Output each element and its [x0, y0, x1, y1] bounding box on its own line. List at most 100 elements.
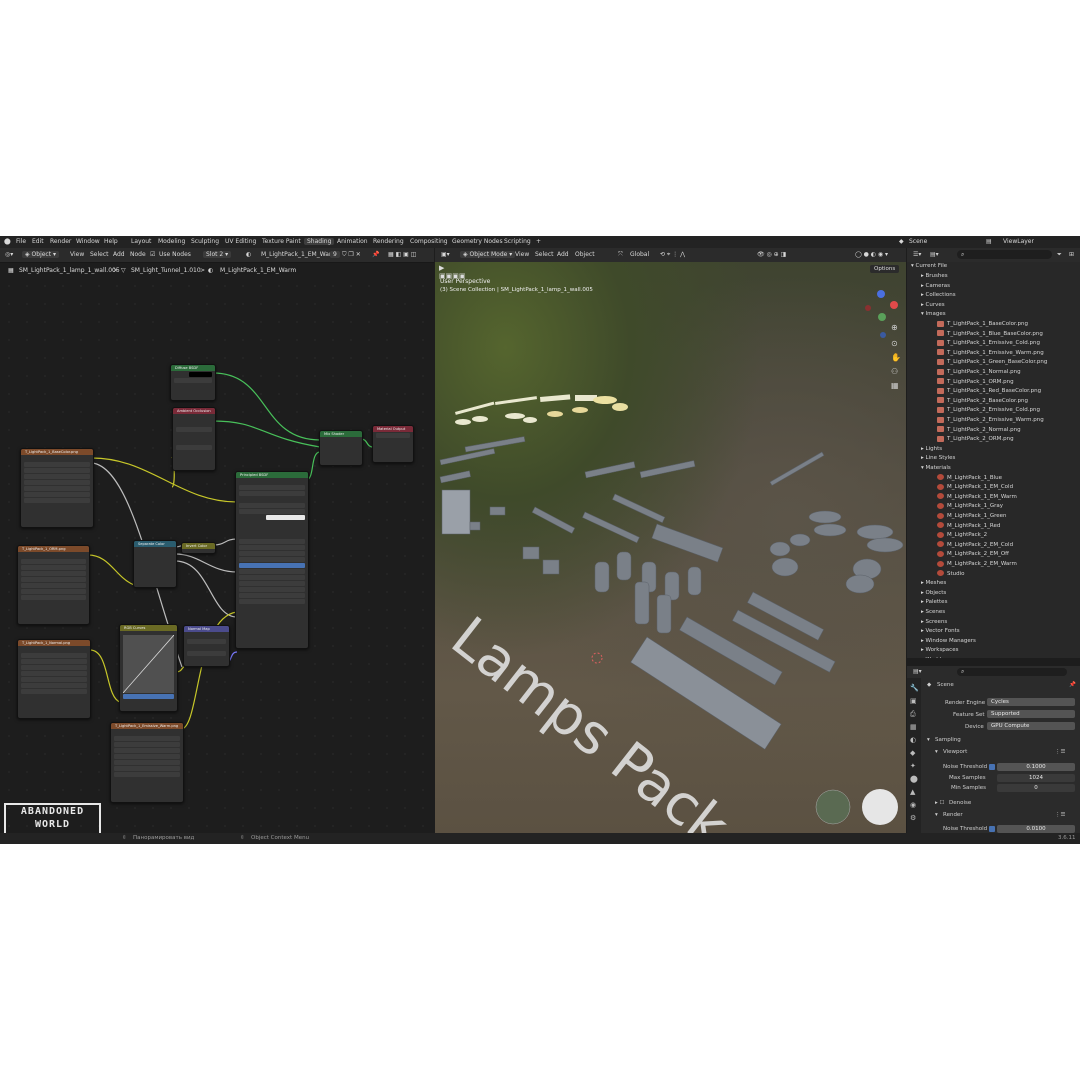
denoise-subpanel-header[interactable]: Denoise: [949, 800, 971, 806]
outliner-material-item[interactable]: M_LightPack_1_Red: [937, 522, 1000, 531]
outliner-material-item[interactable]: M_LightPack_2_EM_Off: [937, 550, 1009, 559]
shading-mode-icons[interactable]: ◯ ● ◐ ◉ ▾: [855, 251, 888, 258]
min-samples-field[interactable]: 0: [997, 784, 1075, 792]
outliner-image-item[interactable]: T_LightPack_2_Normal.png: [937, 426, 1021, 435]
outliner-material-item[interactable]: M_LightPack_1_Gray: [937, 502, 1003, 511]
outliner-image-item[interactable]: T_LightPack_2_Emissive_Warm.png: [937, 416, 1044, 425]
outliner-category[interactable]: ▸ Palettes: [921, 598, 947, 607]
editor-type-icon[interactable]: ◎▾: [5, 251, 13, 258]
menu-node[interactable]: Node: [130, 251, 146, 258]
properties-search-input[interactable]: [957, 668, 1067, 676]
tab-sculpting[interactable]: Sculpting: [191, 238, 219, 245]
display-mode-icon[interactable]: ▤▾: [930, 251, 939, 258]
options-button[interactable]: Options: [870, 265, 900, 273]
tab-texture-paint[interactable]: Texture Paint: [262, 238, 301, 245]
menu-select[interactable]: Select: [535, 251, 554, 258]
outliner-root[interactable]: ▾ Current File: [911, 262, 947, 271]
outliner-category[interactable]: ▸ Window Managers: [921, 637, 976, 646]
transform-orientation-dropdown[interactable]: Global: [630, 251, 649, 258]
tab-layout[interactable]: Layout: [131, 238, 151, 245]
node-image-texture-orm[interactable]: T_LightPack_1_ORM.png: [17, 545, 90, 625]
menu-view[interactable]: View: [70, 251, 84, 258]
sampling-panel-toggle[interactable]: ▾: [927, 737, 930, 743]
render-engine-dropdown[interactable]: Cycles: [987, 698, 1075, 706]
tab-compositing[interactable]: Compositing: [410, 238, 448, 245]
menu-render[interactable]: Render: [50, 238, 71, 245]
3d-viewport[interactable]: Lamps Pack ⊕ ⊙ ✋ ⚇ ▦ ▶ ▣▣▣▣ Options User…: [435, 262, 906, 833]
outliner-material-item[interactable]: M_LightPack_1_EM_Cold: [937, 483, 1013, 492]
outliner-image-item[interactable]: T_LightPack_1_ORM.png: [937, 378, 1014, 387]
node-separate-color[interactable]: Separate Color: [133, 540, 177, 588]
outliner-material-item[interactable]: M_LightPack_1_Green: [937, 512, 1007, 521]
outliner-image-item[interactable]: T_LightPack_2_Emissive_Cold.png: [937, 406, 1040, 415]
outliner-image-item[interactable]: T_LightPack_1_Blue_BaseColor.png: [937, 330, 1043, 339]
overlay-icons[interactable]: ▦ ◧ ▣ ◫: [388, 251, 416, 258]
outliner-image-item[interactable]: T_LightPack_1_Red_BaseColor.png: [937, 387, 1041, 396]
device-dropdown[interactable]: GPU Compute: [987, 722, 1075, 730]
outliner-category[interactable]: ▸ Scenes: [921, 608, 945, 617]
menu-select[interactable]: Select: [90, 251, 109, 258]
tab-geometry-nodes[interactable]: Geometry Nodes: [452, 238, 503, 245]
noise-threshold-field[interactable]: 0.1000: [997, 763, 1075, 771]
outliner-image-item[interactable]: T_LightPack_2_BaseColor.png: [937, 397, 1028, 406]
node-diffuse-bsdf[interactable]: Diffuse BSDF: [170, 364, 216, 401]
viewport-subpanel-toggle[interactable]: ▾: [935, 749, 938, 755]
node-invert-color[interactable]: Invert Color: [181, 542, 216, 554]
outliner-category[interactable]: ▸ Objects: [921, 589, 946, 598]
outliner-category[interactable]: ▾ Images: [921, 310, 946, 319]
outliner-material-item[interactable]: M_LightPack_2: [937, 531, 987, 540]
node-image-texture-basecolor[interactable]: T_LightPack_1_BaseColor.png: [20, 448, 94, 528]
outliner-material-item[interactable]: Studio: [937, 570, 965, 579]
menu-file[interactable]: File: [16, 238, 26, 245]
outliner-category[interactable]: ▸ Screens: [921, 618, 947, 627]
editor-type-icon[interactable]: ☰▾: [913, 251, 921, 258]
preset-list-icon[interactable]: ⋮☰: [1055, 812, 1065, 818]
pin-icon[interactable]: 📌: [372, 251, 379, 258]
viewport-nav-icons[interactable]: ⊕ ⊙ ✋ ⚇ ▦: [891, 323, 901, 390]
viewport-subpanel-header[interactable]: Viewport: [943, 749, 967, 755]
outliner-category[interactable]: ▸ Line Styles: [921, 454, 955, 463]
outliner-material-item[interactable]: M_LightPack_1_Blue: [937, 474, 1002, 483]
slot-dropdown[interactable]: Slot 2 ▾: [203, 251, 232, 258]
outliner-image-item[interactable]: T_LightPack_1_Emissive_Cold.png: [937, 339, 1040, 348]
outliner-category[interactable]: ▸ Vector Fonts: [921, 627, 960, 636]
add-workspace-button[interactable]: +: [536, 238, 541, 245]
tab-modeling[interactable]: Modeling: [158, 238, 185, 245]
new-collection-icon[interactable]: ⊞: [1069, 251, 1074, 258]
outliner-image-item[interactable]: T_LightPack_1_Green_BaseColor.png: [937, 358, 1047, 367]
sampling-panel-header[interactable]: Sampling: [935, 737, 961, 743]
tab-shading[interactable]: Shading: [304, 238, 335, 245]
render-noise-threshold-checkbox[interactable]: [989, 826, 995, 832]
blender-logo-icon[interactable]: ⬤: [4, 238, 11, 245]
outliner-category[interactable]: ▸ Cameras: [921, 282, 950, 291]
menu-object[interactable]: Object: [575, 251, 595, 258]
tab-uv-editing[interactable]: UV Editing: [225, 238, 256, 245]
editor-type-icon[interactable]: ▤▾: [913, 668, 922, 675]
denoise-subpanel-toggle[interactable]: ▸ ☐: [935, 800, 944, 806]
node-material-output[interactable]: Material Output: [372, 425, 414, 463]
object-type-dropdown[interactable]: ◈ Object ▾: [22, 251, 59, 258]
render-noise-threshold-field[interactable]: 0.0100: [997, 825, 1075, 833]
outliner-search-input[interactable]: [957, 250, 1052, 259]
tab-rendering[interactable]: Rendering: [373, 238, 404, 245]
max-samples-field[interactable]: 1024: [997, 774, 1075, 782]
node-principled-bsdf[interactable]: Principled BSDF: [235, 471, 309, 649]
node-ambient-occlusion[interactable]: Ambient Occlusion: [172, 407, 216, 471]
snap-icons[interactable]: ⟲ ⌖ ⋮ ⋀: [660, 251, 685, 259]
outliner-image-item[interactable]: T_LightPack_2_ORM.png: [937, 435, 1014, 444]
menu-window[interactable]: Window: [76, 238, 100, 245]
outliner-image-item[interactable]: T_LightPack_1_Emissive_Warm.png: [937, 349, 1044, 358]
node-normal-map[interactable]: Normal Map: [183, 625, 230, 667]
menu-edit[interactable]: Edit: [32, 238, 44, 245]
use-nodes-checkbox-icon[interactable]: ☑: [150, 251, 155, 258]
outliner-material-item[interactable]: M_LightPack_2_EM_Warm: [937, 560, 1017, 569]
render-subpanel-header[interactable]: Render: [943, 812, 963, 818]
feature-set-dropdown[interactable]: Supported: [987, 710, 1075, 718]
outliner-category[interactable]: ▸ Meshes: [921, 579, 946, 588]
pin-icon[interactable]: 📌: [1069, 682, 1076, 688]
curve-graph[interactable]: [123, 635, 174, 693]
properties-tab-icons[interactable]: 🔧 ▣ ⎙ ▦ ◐ ◆ ✦ ⬤ ▲ ◉ ⚙: [910, 682, 919, 825]
menu-view[interactable]: View: [515, 251, 529, 258]
menu-help[interactable]: Help: [104, 238, 118, 245]
filter-icon[interactable]: ⏷: [1057, 251, 1062, 259]
